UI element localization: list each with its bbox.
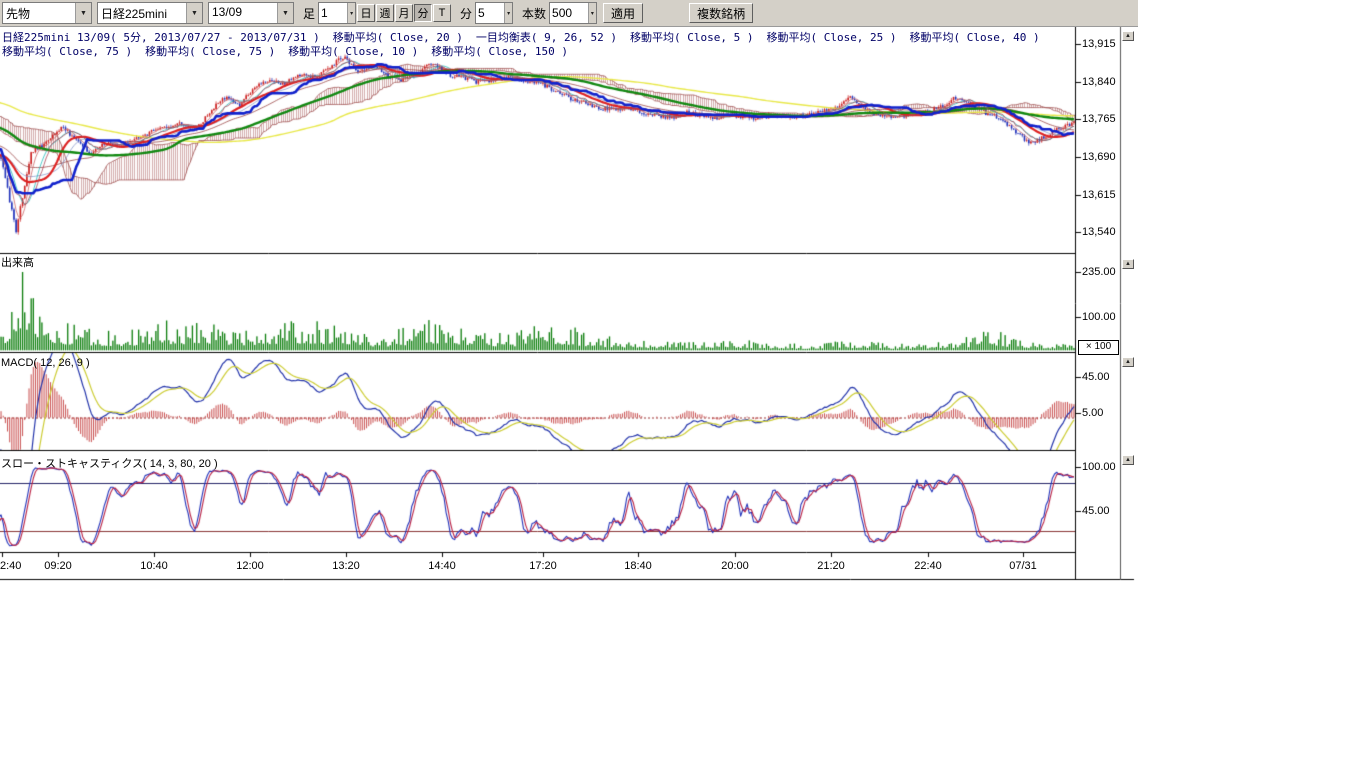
time-axis-label: 20:00	[713, 560, 757, 572]
bar-type-label: 足	[303, 5, 315, 22]
legend-item: 移動平均( Close, 75 )	[145, 45, 275, 58]
time-axis-label: 10:40	[132, 560, 176, 572]
legend-item: 移動平均( Close, 25 )	[766, 31, 896, 44]
chart-region: 日経225mini 13/09( 5分, 2013/07/27 - 2013/0…	[0, 27, 1160, 583]
time-axis-label: 13:20	[324, 560, 368, 572]
bar-count-input[interactable]	[319, 3, 347, 23]
legend-item: 移動平均( Close, 75 )	[2, 45, 132, 58]
pane-scroll-up-button-macd[interactable]: ▲	[1122, 357, 1134, 367]
instrument-value: 日経225mini	[98, 3, 186, 23]
toolbar: 先物 ▼ 日経225mini ▼ 13/09 ▼ 足 ▾ 日 週 月 分 T 分…	[0, 0, 1138, 27]
time-axis-label: 17:20	[521, 560, 565, 572]
minute-interval-input[interactable]	[476, 3, 504, 23]
time-axis-label: 12:00	[228, 560, 272, 572]
bar-number-combo[interactable]: ▾	[549, 2, 597, 24]
period-tick-button[interactable]: T	[433, 4, 451, 22]
stochastics-axis-label: 45.00	[1082, 505, 1110, 517]
instrument-type-select[interactable]: 先物 ▼	[2, 2, 92, 24]
bar-number-label: 本数	[522, 5, 546, 22]
time-axis-label: 07/31	[1001, 560, 1045, 572]
instrument-type-value: 先物	[3, 3, 75, 23]
period-day-button[interactable]: 日	[357, 4, 375, 22]
legend-item: 移動平均( Close, 10 )	[288, 45, 418, 58]
price-pane-legend-row2: 移動平均( Close, 75 ) 移動平均( Close, 75 ) 移動平均( …	[2, 43, 581, 59]
period-month-button[interactable]: 月	[395, 4, 413, 22]
legend-item: 移動平均( Close, 150 )	[431, 45, 568, 58]
stochastics-axis-label: 100.00	[1082, 461, 1116, 473]
minute-interval-combo[interactable]: ▾	[475, 2, 513, 24]
macd-axis-label: 5.00	[1082, 407, 1103, 419]
dropdown-arrow-icon[interactable]: ▼	[277, 3, 293, 23]
pane-scroll-up-button-volume[interactable]: ▲	[1122, 259, 1134, 269]
bar-number-input[interactable]	[550, 3, 588, 23]
legend-item: 移動平均( Close, 40 )	[910, 31, 1040, 44]
time-axis-label: 22:40	[906, 560, 950, 572]
volume-axis-label: 100.00	[1082, 311, 1116, 323]
multi-pane-chart-canvas[interactable]	[0, 27, 1135, 583]
time-axis-label: 2:40	[0, 560, 21, 572]
price-axis-label: 13,540	[1082, 226, 1116, 238]
macd-pane-label: MACD( 12, 26, 9 )	[1, 357, 90, 369]
apply-button[interactable]: 適用	[603, 3, 643, 23]
volume-axis-label: 235.00	[1082, 266, 1116, 278]
stochastics-pane-label: スロー・ストキャスティクス( 14, 3, 80, 20 )	[1, 455, 218, 471]
macd-axis-label: 45.00	[1082, 371, 1110, 383]
chart-application-window: 先物 ▼ 日経225mini ▼ 13/09 ▼ 足 ▾ 日 週 月 分 T 分…	[0, 0, 1366, 768]
bar-count-combo[interactable]: ▾	[318, 2, 356, 24]
dropdown-arrow-icon[interactable]: ▼	[186, 3, 202, 23]
price-axis-label: 13,765	[1082, 113, 1116, 125]
price-axis-label: 13,840	[1082, 76, 1116, 88]
contract-month-select[interactable]: 13/09 ▼	[208, 2, 294, 24]
volume-pane-label: 出来高	[1, 254, 34, 270]
minute-label: 分	[460, 5, 472, 22]
instrument-select[interactable]: 日経225mini ▼	[97, 2, 203, 24]
multi-symbol-button[interactable]: 複数銘柄	[689, 3, 753, 23]
pane-scroll-up-button-price[interactable]: ▲	[1122, 31, 1134, 41]
volume-multiplier-badge: × 100	[1078, 340, 1119, 355]
dropdown-arrow-icon[interactable]: ▾	[347, 3, 355, 23]
pane-scroll-up-button-stochastics[interactable]: ▲	[1122, 455, 1134, 465]
period-week-button[interactable]: 週	[376, 4, 394, 22]
time-axis-label: 21:20	[809, 560, 853, 572]
time-axis-label: 09:20	[36, 560, 80, 572]
period-minute-button[interactable]: 分	[414, 4, 432, 22]
time-axis-label: 14:40	[420, 560, 464, 572]
contract-month-value: 13/09	[209, 3, 277, 23]
dropdown-arrow-icon[interactable]: ▼	[75, 3, 91, 23]
legend-item: 移動平均( Close, 5 )	[630, 31, 753, 44]
price-axis-label: 13,615	[1082, 189, 1116, 201]
dropdown-arrow-icon[interactable]: ▾	[504, 3, 512, 23]
time-axis-label: 18:40	[616, 560, 660, 572]
price-axis-label: 13,690	[1082, 151, 1116, 163]
price-axis-label: 13,915	[1082, 38, 1116, 50]
dropdown-arrow-icon[interactable]: ▾	[588, 3, 596, 23]
